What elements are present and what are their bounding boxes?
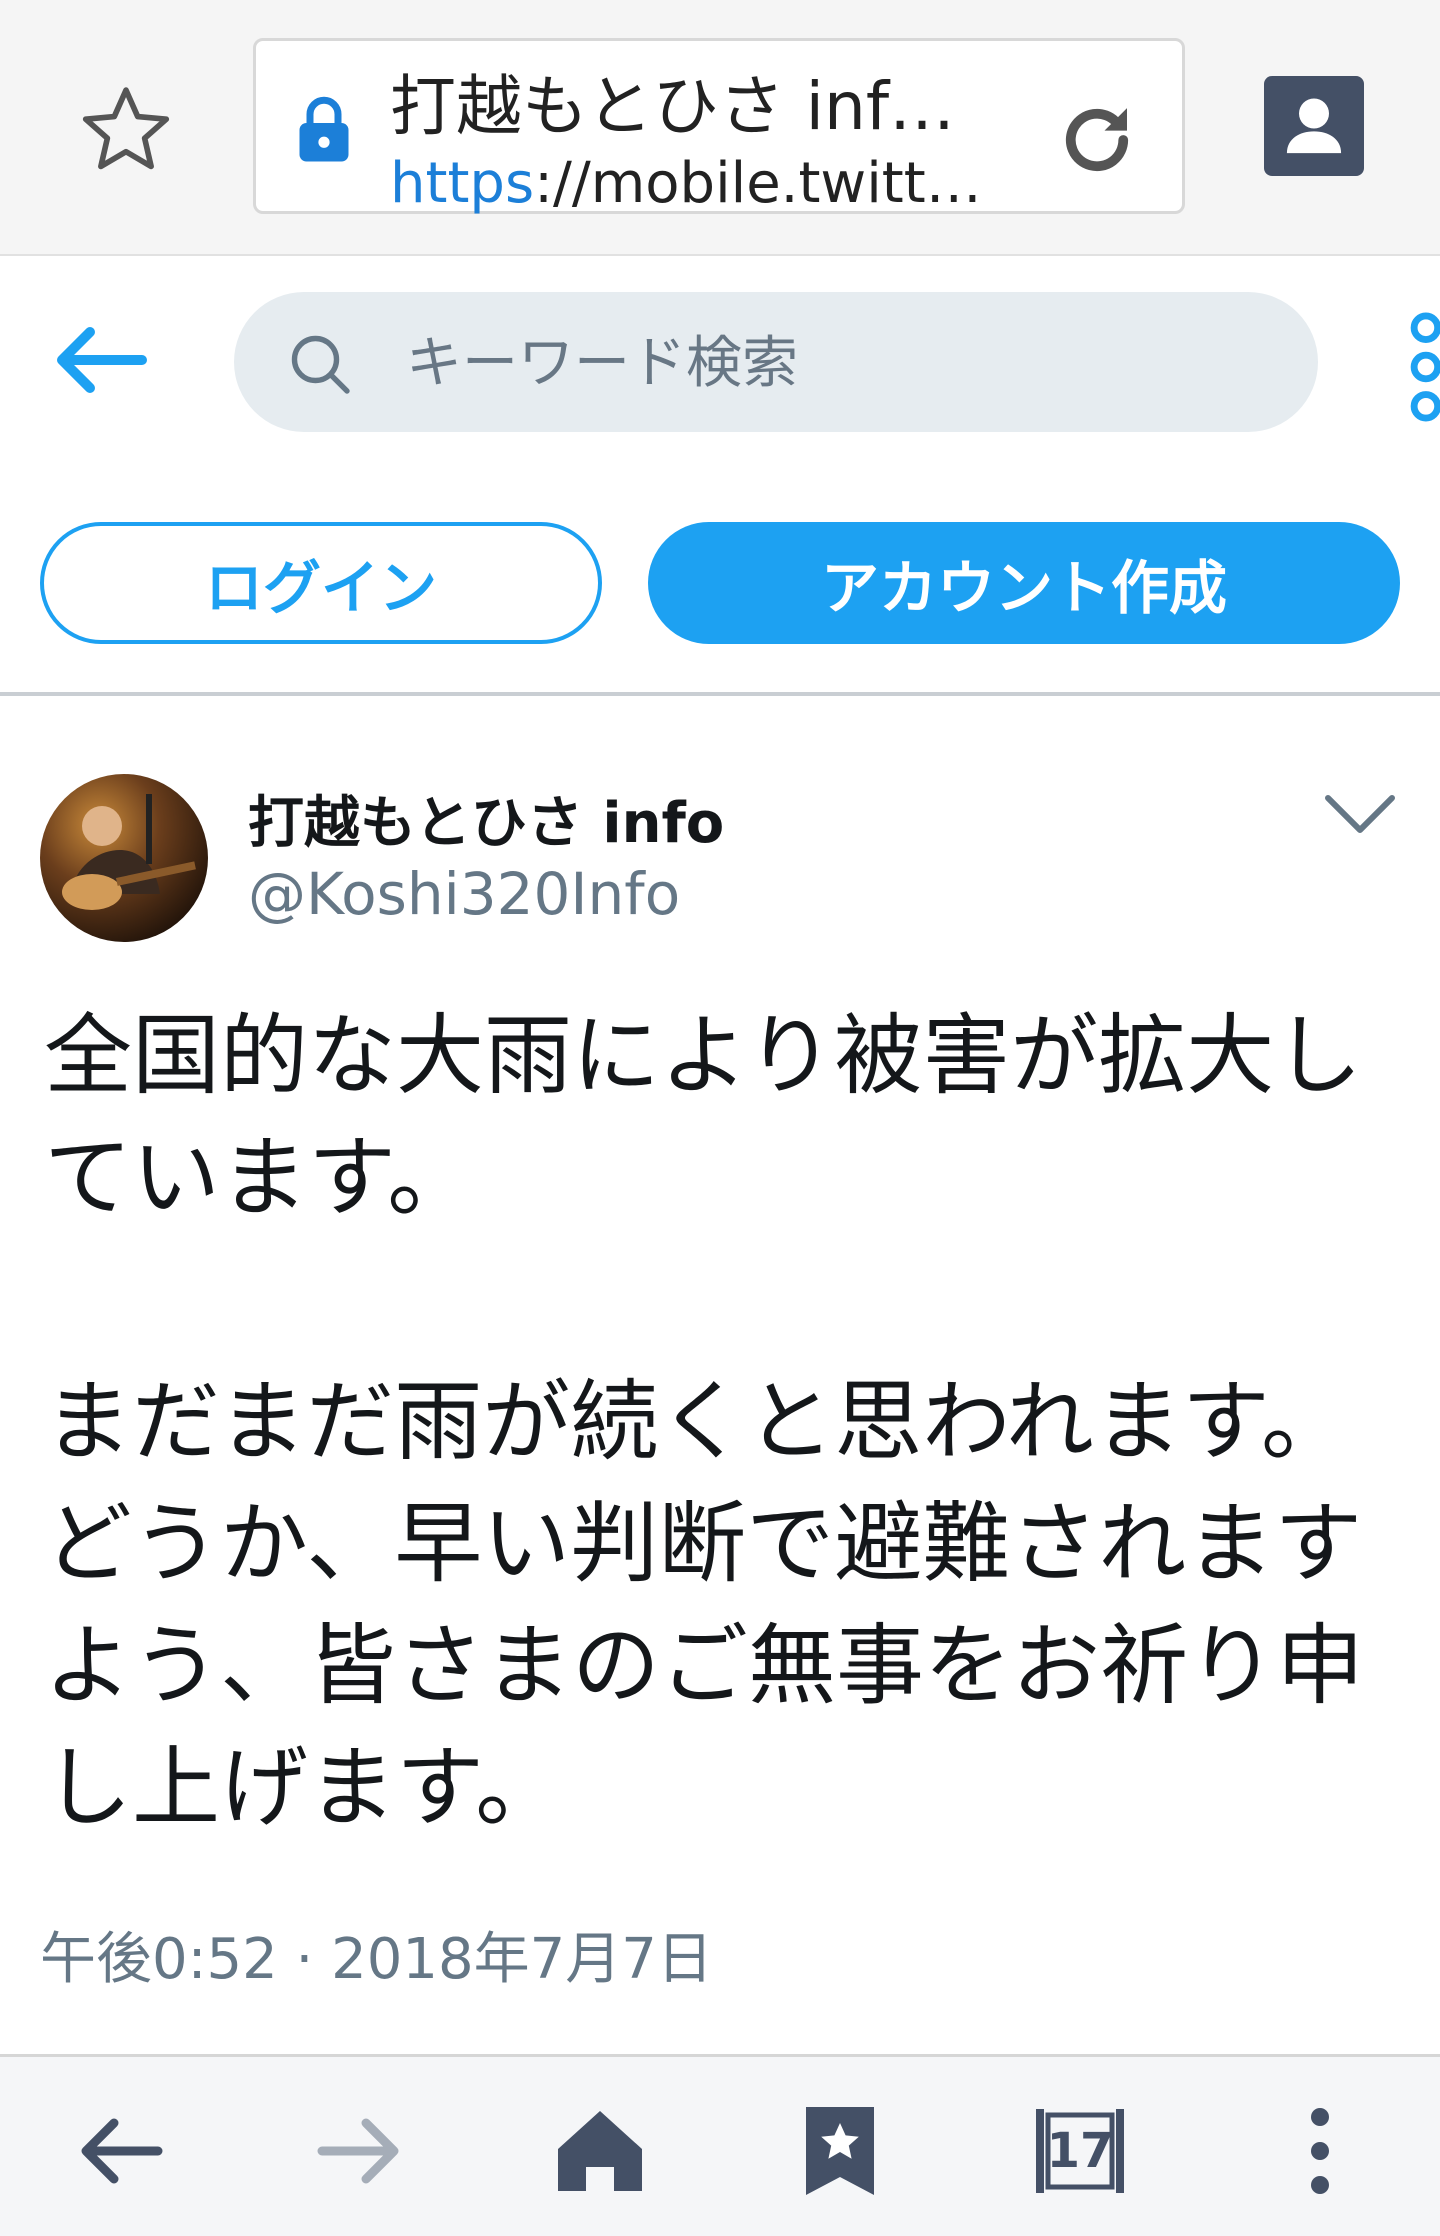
tabs-button[interactable]: 17 [1030, 2101, 1130, 2201]
forward-icon[interactable] [310, 2101, 410, 2201]
tweet-timestamp[interactable]: 午後0:52 · 2018年7月7日 [40, 1914, 713, 1995]
create-account-button[interactable]: アカウント作成 [648, 522, 1400, 644]
lock-icon [299, 96, 349, 162]
home-icon[interactable] [550, 2101, 650, 2201]
reload-icon[interactable] [1052, 95, 1142, 185]
bookmark-star-icon[interactable] [74, 78, 178, 182]
back-icon[interactable] [70, 2101, 170, 2201]
create-account-label: アカウント作成 [820, 554, 1227, 622]
more-options-icon[interactable] [1400, 312, 1440, 422]
address-bar[interactable]: 打越もとひさ inf… https://mobile.twitt… [253, 38, 1185, 216]
avatar[interactable] [40, 774, 208, 942]
tweet-paragraph: まだまだ雨が続くと思われます。どうか、早い判断で避難されますよう、皆さまのご無事… [44, 1370, 1365, 1839]
chevron-down-icon[interactable] [1322, 790, 1398, 840]
browser-toolbar: 打越もとひさ inf… https://mobile.twitt… [0, 0, 1440, 256]
search-bar[interactable] [234, 292, 1318, 432]
menu-icon[interactable] [1270, 2101, 1370, 2201]
browser-bottom-bar: 17 [0, 2054, 1440, 2236]
url-path: ://mobile.twitt… [534, 151, 982, 216]
header-divider [0, 692, 1440, 696]
tweet-paragraph: 全国的な大雨により被害が拡大しています。 [44, 1004, 1363, 1229]
person-icon [1286, 98, 1342, 154]
login-button[interactable]: ログイン [40, 522, 602, 644]
page-title: 打越もとひさ inf… [390, 68, 956, 145]
bookmarks-icon[interactable] [790, 2101, 890, 2201]
tweet-text: 全国的な大雨により被害が拡大しています。 まだまだ雨が続くと思われます。どうか、… [44, 995, 1424, 1849]
user-handle[interactable]: @Koshi320Info [248, 860, 680, 928]
search-icon [291, 335, 350, 394]
url-scheme: https [390, 151, 535, 216]
login-label: ログイン [204, 554, 437, 622]
url-text: https://mobile.twitt… [390, 151, 990, 216]
display-name[interactable]: 打越もとひさ info [248, 778, 724, 859]
back-arrow-icon[interactable] [50, 320, 150, 400]
profile-button[interactable] [1264, 76, 1364, 176]
avatar-photo [40, 774, 208, 942]
search-input[interactable] [404, 326, 1268, 400]
tab-count: 17 [1046, 2123, 1114, 2179]
